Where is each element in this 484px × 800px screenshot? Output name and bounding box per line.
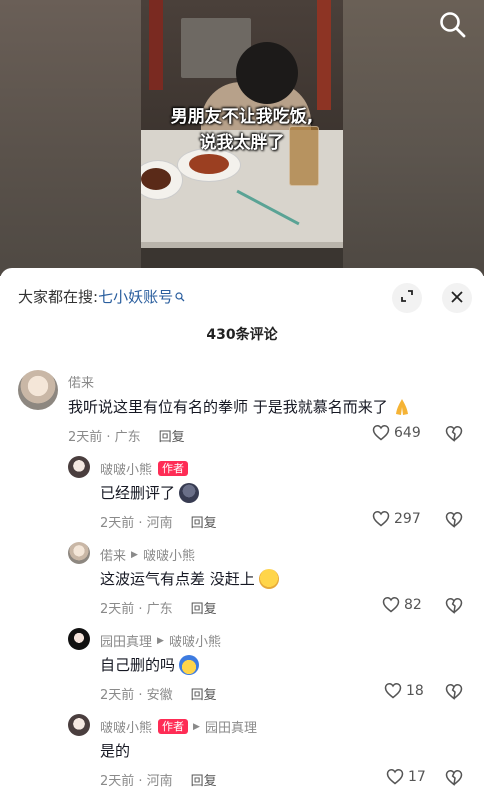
- comment-meta: 2天前 · 广东 回复: [68, 426, 185, 445]
- broken-heart-icon: [445, 598, 463, 614]
- trending-search-hint[interactable]: 大家都在搜:七小妖账号: [18, 286, 185, 307]
- comment-text: 是的: [100, 742, 131, 760]
- comment-meta: 2天前 · 安徽 回复: [100, 684, 217, 703]
- like-button[interactable]: 18: [384, 682, 424, 699]
- comment-author-row: 园田真理 ▶ 啵啵小熊: [100, 631, 221, 650]
- comment-author-row: 偌来: [68, 372, 94, 391]
- hat-face-emoji-icon: [179, 654, 200, 675]
- reply-to-user[interactable]: 啵啵小熊: [169, 631, 221, 650]
- avatar[interactable]: [68, 456, 90, 478]
- comment-text: 这波运气有点差 没赶上: [100, 570, 255, 588]
- comment-text-row: 我听说这里有位有名的拳师 于是我就慕名而来了: [68, 396, 412, 417]
- reply-button[interactable]: 回复: [191, 602, 217, 617]
- dark-face-emoji-icon: [179, 482, 200, 503]
- reply-to-user[interactable]: 啵啵小熊: [143, 545, 195, 564]
- comment-item: 偌来 我听说这里有位有名的拳师 于是我就慕名而来了 2天前 · 广东 回复 649: [0, 370, 484, 450]
- like-button[interactable]: 17: [386, 768, 426, 785]
- reply-item: 偌来 ▶ 啵啵小熊 这波运气有点差 没赶上 2天前 · 广东 回复 82: [0, 542, 484, 622]
- dislike-button[interactable]: [444, 425, 464, 446]
- like-count: 82: [404, 596, 422, 613]
- dislike-button[interactable]: [444, 597, 464, 618]
- broken-heart-icon: [445, 770, 463, 786]
- comment-meta: 2天前 · 河南 回复: [100, 512, 217, 531]
- avatar[interactable]: [18, 370, 58, 410]
- crying-face-emoji-icon: [258, 568, 279, 589]
- video-blur-left: [0, 0, 141, 276]
- dislike-button[interactable]: [444, 683, 464, 704]
- expand-button[interactable]: [392, 283, 422, 313]
- avatar[interactable]: [68, 542, 90, 564]
- dislike-button[interactable]: [444, 511, 464, 532]
- comment-count: 430条评论: [206, 327, 278, 343]
- heart-icon: [372, 511, 390, 527]
- comment-author[interactable]: 偌来: [68, 372, 94, 391]
- comment-time-location: 2天前 · 河南: [100, 516, 173, 531]
- comment-time-location: 2天前 · 安徽: [100, 688, 173, 703]
- like-button[interactable]: 297: [372, 510, 421, 527]
- dislike-button[interactable]: [444, 769, 464, 790]
- heart-icon: [382, 597, 400, 613]
- reply-arrow-icon: ▶: [131, 549, 138, 560]
- reply-to-user[interactable]: 园田真理: [205, 717, 257, 736]
- comment-time-location: 2天前 · 广东: [100, 602, 173, 617]
- comment-text-row: 已经删评了: [100, 482, 200, 503]
- video-blur-right: [343, 0, 484, 276]
- trending-search-prefix: 大家都在搜:: [18, 288, 99, 306]
- like-count: 18: [406, 682, 424, 699]
- comment-meta: 2天前 · 广东 回复: [100, 598, 217, 617]
- comment-text-row: 是的: [100, 740, 130, 761]
- like-button[interactable]: 649: [372, 424, 421, 441]
- reply-arrow-icon: ▶: [193, 721, 200, 732]
- comment-text-row: 自己删的吗: [100, 654, 200, 675]
- like-count: 297: [394, 510, 421, 527]
- comment-time-location: 2天前 · 河南: [100, 774, 173, 789]
- heart-icon: [386, 769, 404, 785]
- like-count: 649: [394, 424, 421, 441]
- subtitle-line-2: 说我太胖了: [199, 133, 285, 153]
- heart-icon: [372, 425, 390, 441]
- trending-search-keyword[interactable]: 七小妖账号: [98, 288, 173, 306]
- comment-author-row: 偌来 ▶ 啵啵小熊: [100, 545, 195, 564]
- video-subtitle: 男朋友不让我吃饭, 说我太胖了: [141, 104, 343, 156]
- broken-heart-icon: [445, 684, 463, 700]
- reply-button[interactable]: 回复: [191, 516, 217, 531]
- like-count: 17: [408, 768, 426, 785]
- subtitle-line-1: 男朋友不让我吃饭,: [170, 107, 314, 127]
- reply-item: 园田真理 ▶ 啵啵小熊 自己删的吗 2天前 · 安徽 回复 18: [0, 628, 484, 708]
- comment-author[interactable]: 啵啵小熊: [100, 459, 152, 478]
- reply-button[interactable]: 回复: [191, 774, 217, 789]
- reply-item: 啵啵小熊 作者 ▶ 园田真理 是的 2天前 · 河南 回复 17: [0, 714, 484, 794]
- reply-arrow-icon: ▶: [157, 635, 164, 646]
- avatar[interactable]: [68, 714, 90, 736]
- comment-author-row: 啵啵小熊 作者 ▶ 园田真理: [100, 717, 257, 736]
- close-icon: [450, 289, 464, 308]
- author-badge: 作者: [158, 719, 189, 734]
- broken-heart-icon: [445, 426, 463, 442]
- expand-icon: [399, 288, 415, 308]
- comment-text: 我听说这里有位有名的拳师 于是我就慕名而来了: [68, 398, 388, 416]
- video-player[interactable]: 男朋友不让我吃饭, 说我太胖了: [0, 0, 484, 276]
- comment-author[interactable]: 园田真理: [100, 631, 152, 650]
- comment-author-row: 啵啵小熊 作者: [100, 459, 189, 478]
- comment-time-location: 2天前 · 广东: [68, 430, 141, 445]
- heart-icon: [384, 683, 402, 699]
- reply-button[interactable]: 回复: [191, 688, 217, 703]
- search-icon[interactable]: [438, 10, 468, 40]
- pray-hands-emoji-icon: [392, 397, 412, 417]
- avatar[interactable]: [68, 628, 90, 650]
- comment-meta: 2天前 · 河南 回复: [100, 770, 217, 789]
- reply-button[interactable]: 回复: [159, 430, 185, 445]
- small-search-icon: [175, 292, 185, 305]
- like-button[interactable]: 82: [382, 596, 422, 613]
- author-badge: 作者: [158, 461, 189, 476]
- close-button[interactable]: [442, 283, 472, 313]
- comment-author[interactable]: 偌来: [100, 545, 126, 564]
- comment-text: 自己删的吗: [100, 656, 176, 674]
- comment-text: 已经删评了: [100, 484, 176, 502]
- broken-heart-icon: [445, 512, 463, 528]
- comment-author[interactable]: 啵啵小熊: [100, 717, 152, 736]
- comment-text-row: 这波运气有点差 没赶上: [100, 568, 279, 589]
- comment-sheet: 大家都在搜:七小妖账号 430条评论 偌来 我听说这里有位有名的拳师 于是我就慕…: [0, 268, 484, 800]
- reply-item: 啵啵小熊 作者 已经删评了 2天前 · 河南 回复 297: [0, 456, 484, 536]
